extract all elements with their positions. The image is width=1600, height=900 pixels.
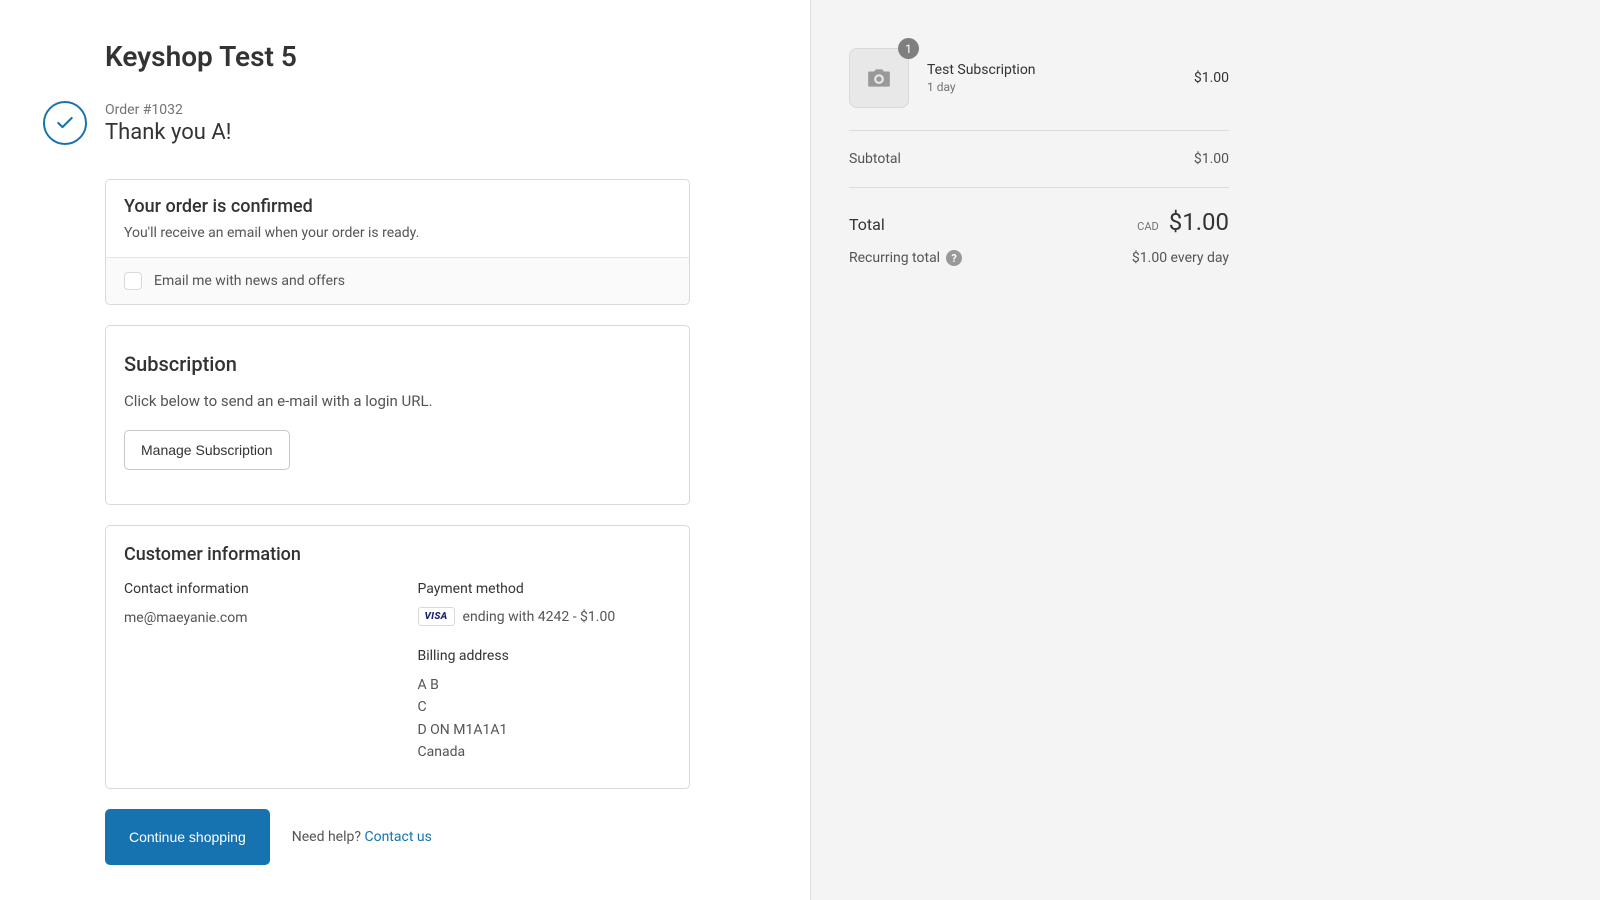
contact-label: Contact information (124, 581, 378, 597)
confirmation-card: Your order is confirmed You'll receive a… (105, 179, 690, 305)
recurring-value: $1.00 every day (1132, 250, 1229, 266)
billing-label: Billing address (418, 648, 672, 664)
help-icon[interactable]: ? (946, 250, 962, 266)
newsletter-label: Email me with news and offers (154, 273, 345, 289)
subscription-body: Click below to send an e-mail with a log… (124, 392, 671, 410)
newsletter-checkbox[interactable] (124, 272, 142, 290)
total-value: $1.00 (1169, 208, 1229, 236)
thank-you-message: Thank you A! (105, 120, 231, 145)
order-number: Order #1032 (105, 102, 231, 118)
billing-address: A B C D ON M1A1A1 Canada (418, 674, 672, 764)
order-header: Order #1032 Thank you A! (43, 101, 690, 145)
help-text: Need help? Contact us (292, 829, 432, 845)
shop-title: Keyshop Test 5 (105, 40, 690, 73)
line-item: 1 Test Subscription 1 day $1.00 (849, 48, 1229, 131)
confirmation-heading: Your order is confirmed (124, 196, 671, 217)
confirmation-body: You'll receive an email when your order … (124, 225, 671, 241)
subtotal-label: Subtotal (849, 151, 901, 167)
item-name: Test Subscription (927, 62, 1176, 78)
visa-icon: VISA (418, 607, 455, 626)
order-summary-sidebar: 1 Test Subscription 1 day $1.00 Subtotal… (810, 0, 1600, 900)
subtotal-value: $1.00 (1194, 151, 1229, 167)
currency-code: CAD (1137, 220, 1159, 233)
product-thumbnail (849, 48, 909, 108)
item-meta: 1 day (927, 80, 1176, 94)
contact-us-link[interactable]: Contact us (364, 829, 431, 845)
recurring-label: Recurring total (849, 250, 940, 266)
camera-icon (866, 67, 892, 89)
total-label: Total (849, 215, 885, 234)
customer-info-card: Customer information Contact information… (105, 525, 690, 789)
quantity-badge: 1 (898, 38, 919, 59)
continue-shopping-button[interactable]: Continue shopping (105, 809, 270, 865)
check-icon (43, 101, 87, 145)
item-price: $1.00 (1194, 70, 1229, 86)
customer-info-heading: Customer information (124, 544, 671, 565)
manage-subscription-button[interactable]: Manage Subscription (124, 430, 290, 470)
payment-card-text: ending with 4242 - $1.00 (463, 610, 616, 624)
subscription-card: Subscription Click below to send an e-ma… (105, 325, 690, 505)
contact-email: me@maeyanie.com (124, 607, 378, 629)
subscription-heading: Subscription (124, 352, 671, 376)
payment-label: Payment method (418, 581, 672, 597)
